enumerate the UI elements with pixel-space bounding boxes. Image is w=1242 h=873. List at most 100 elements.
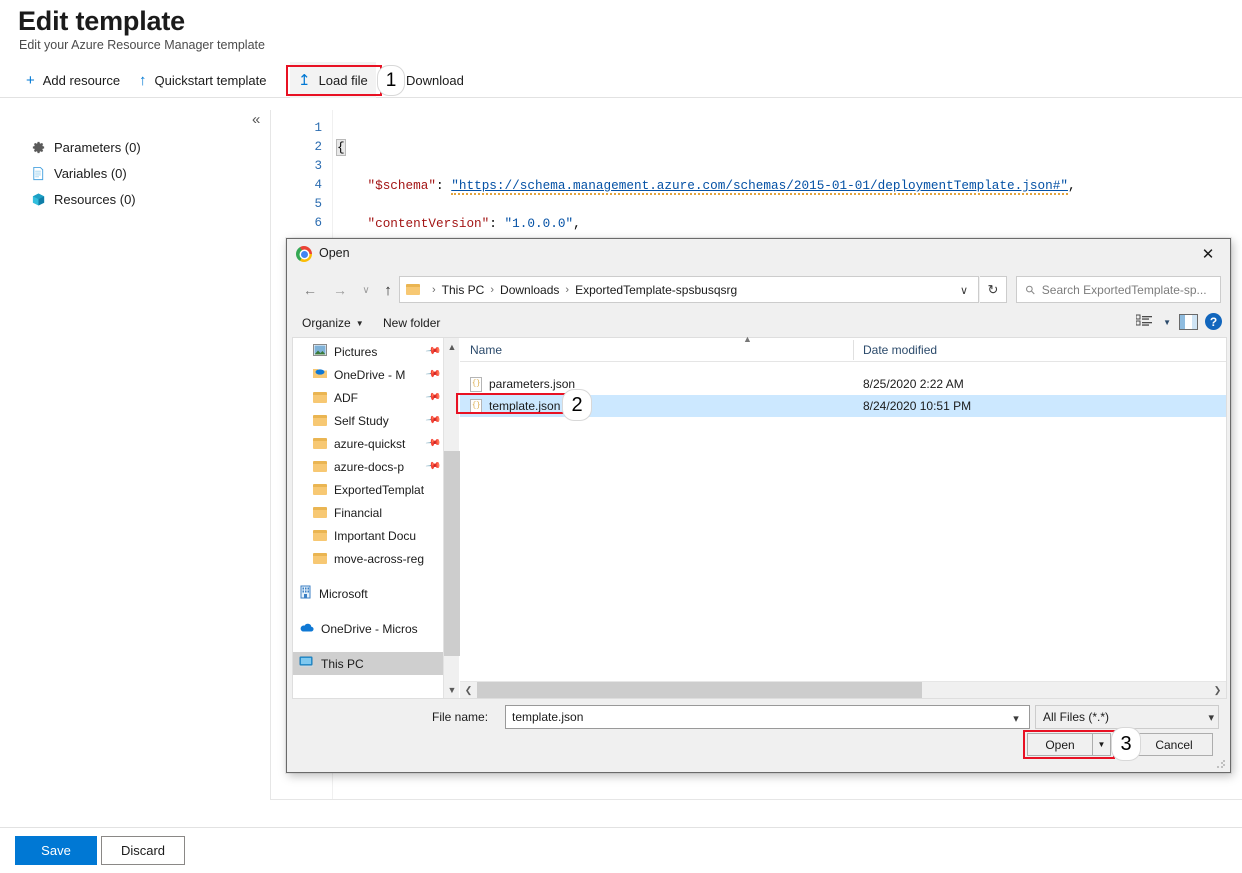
sidebar-item-resources-label: Resources (0) (54, 192, 136, 207)
chevron-down-icon[interactable]: ▾ (1004, 707, 1028, 729)
chrome-icon (296, 246, 312, 262)
save-button[interactable]: Save (15, 836, 97, 865)
dialog-toolbar: Organize ▼ New folder ▼ ? (287, 309, 1230, 337)
sidebar-item-parameters[interactable]: Parameters (0) (30, 134, 240, 160)
preview-pane-icon[interactable] (1179, 314, 1198, 330)
file-name-input[interactable]: template.json ▾ (505, 705, 1030, 729)
search-icon: ⚲ (1022, 281, 1038, 297)
forward-icon[interactable]: → (327, 277, 353, 303)
nav-item-self-study[interactable]: Self Study 📌 (293, 409, 443, 432)
line-number: 5 (282, 197, 322, 211)
open-button[interactable]: Open (1027, 733, 1093, 756)
breadcrumb-separator: › (490, 284, 494, 296)
list-view-icon[interactable] (1136, 314, 1154, 330)
column-header-date-modified[interactable]: Date modified (863, 343, 937, 357)
sidebar-item-variables[interactable]: Variables (0) (30, 160, 240, 186)
folder-icon (313, 530, 327, 541)
nav-item-label: This PC (321, 657, 364, 671)
file-type-filter-select[interactable]: All Files (*.*) ▾ (1035, 705, 1219, 729)
add-resource-button[interactable]: + Add resource (18, 62, 128, 98)
nav-item-label: Pictures (334, 345, 377, 359)
refresh-icon[interactable]: ↻ (980, 276, 1007, 303)
scrollbar-thumb[interactable] (444, 451, 460, 656)
editor-code-area[interactable]: { "$schema": "https://schema.management.… (337, 110, 1242, 230)
search-placeholder: Search ExportedTemplate-sp... (1042, 283, 1207, 297)
scrollbar-thumb[interactable] (477, 682, 922, 698)
nav-item-label: Financial (334, 506, 382, 520)
json-file-icon (470, 377, 482, 392)
collapse-panel-icon[interactable]: « (252, 112, 260, 127)
nav-item-financial[interactable]: Financial (293, 501, 443, 524)
download-button[interactable]: Download (398, 62, 472, 98)
nav-item-label: OneDrive - M (334, 368, 405, 382)
quickstart-template-button[interactable]: ↑ Quickstart template (131, 62, 275, 98)
pin-icon: 📌 (424, 435, 441, 451)
scroll-left-icon[interactable]: ❮ (460, 682, 477, 698)
nav-item-label: Self Study (334, 414, 389, 428)
nav-item-azure-quickstart[interactable]: azure-quickst 📌 (293, 432, 443, 455)
dialog-body: Pictures 📌 OneDrive - M 📌 ADF 📌 Self Stu… (292, 337, 1227, 699)
code-key: "contentVersion" (367, 216, 489, 231)
load-file-label: Load file (319, 73, 368, 88)
new-folder-button[interactable]: New folder (377, 309, 446, 337)
back-icon[interactable]: ← (297, 277, 323, 303)
command-bar: + Add resource ↑ Quickstart template ↥ L… (0, 62, 1242, 98)
code-line-1: { (337, 138, 1242, 157)
nav-item-move-across-region[interactable]: move-across-reg (293, 547, 443, 570)
open-brace: { (337, 140, 345, 155)
file-list-horizontal-scrollbar[interactable]: ❮ ❯ (460, 681, 1226, 698)
nav-item-adf[interactable]: ADF 📌 (293, 386, 443, 409)
open-file-dialog[interactable]: Open ✕ ← → ∨ ↑ › This PC › Downloads › E… (286, 238, 1231, 773)
sort-ascending-icon: ▲ (743, 334, 752, 344)
sidebar-item-resources[interactable]: Resources (0) (30, 186, 240, 212)
organize-button[interactable]: Organize ▼ (296, 309, 370, 337)
json-file-icon (470, 399, 482, 414)
help-icon[interactable]: ? (1205, 313, 1222, 330)
breadcrumb-downloads[interactable]: Downloads (500, 283, 559, 297)
nav-item-microsoft[interactable]: Microsoft (293, 582, 443, 605)
scroll-up-icon[interactable]: ▲ (444, 338, 460, 355)
scroll-right-icon[interactable]: ❯ (1209, 682, 1226, 698)
scroll-down-icon[interactable]: ▼ (444, 681, 460, 698)
cancel-button[interactable]: Cancel (1135, 733, 1213, 756)
discard-button[interactable]: Discard (101, 836, 185, 865)
code-punct: , (573, 216, 581, 231)
navigation-pane[interactable]: Pictures 📌 OneDrive - M 📌 ADF 📌 Self Stu… (293, 338, 443, 698)
load-file-button[interactable]: ↥ Load file (290, 62, 376, 98)
pin-icon: 📌 (424, 458, 441, 474)
search-input[interactable]: ⚲ Search ExportedTemplate-sp... (1016, 276, 1221, 303)
file-name: template.json (489, 399, 560, 413)
callout-badge-3: 3 (1112, 728, 1140, 760)
open-split-chevron-down-icon[interactable]: ▼ (1093, 733, 1111, 756)
file-date: 8/25/2020 2:22 AM (863, 377, 964, 391)
view-options-chevron-down-icon[interactable]: ▼ (1163, 318, 1171, 327)
nav-item-important-documents[interactable]: Important Docu (293, 524, 443, 547)
folder-icon (313, 553, 327, 564)
breadcrumb-this-pc[interactable]: This PC (442, 283, 485, 297)
code-line-3: "contentVersion": "1.0.0.0", (337, 214, 1242, 233)
pictures-icon (313, 344, 327, 359)
code-url[interactable]: "https://schema.management.azure.com/sch… (451, 178, 1068, 195)
resize-grip[interactable] (1216, 759, 1226, 769)
nav-item-pictures[interactable]: Pictures 📌 (293, 340, 443, 363)
nav-item-label: move-across-reg (334, 552, 424, 566)
nav-item-azure-docs[interactable]: azure-docs-p 📌 (293, 455, 443, 478)
folder-icon (313, 415, 327, 426)
nav-item-exported-template[interactable]: ExportedTemplat (293, 478, 443, 501)
up-icon[interactable]: ↑ (375, 277, 401, 303)
column-divider[interactable] (853, 340, 854, 360)
nav-item-onedrive-m[interactable]: OneDrive - M 📌 (293, 363, 443, 386)
line-number: 1 (282, 121, 322, 135)
close-icon[interactable]: ✕ (1186, 239, 1230, 269)
nav-item-onedrive-microsoft[interactable]: OneDrive - Micros (293, 617, 443, 640)
breadcrumb-exported-template[interactable]: ExportedTemplate-spsbusqsrg (575, 283, 737, 297)
nav-item-label: azure-quickst (334, 437, 405, 451)
column-header-name[interactable]: Name (470, 343, 502, 357)
navigation-pane-scrollbar[interactable]: ▲ ▼ (443, 338, 459, 698)
nav-item-this-pc[interactable]: This PC (293, 652, 443, 675)
organize-label: Organize (302, 316, 351, 330)
address-bar[interactable]: › This PC › Downloads › ExportedTemplate… (399, 276, 979, 303)
dialog-title: Open (319, 246, 350, 260)
dialog-titlebar[interactable]: Open ✕ (287, 239, 1230, 269)
chevron-down-icon[interactable]: ∨ (951, 278, 977, 303)
